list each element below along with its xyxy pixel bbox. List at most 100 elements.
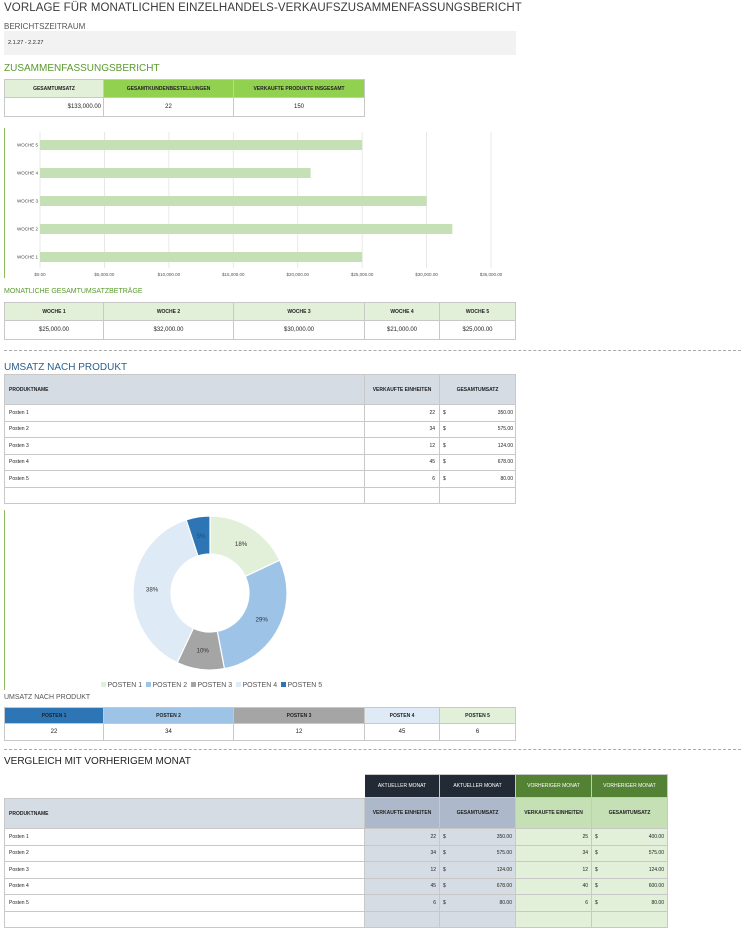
comparison-row-name[interactable]: Posten 1	[4, 829, 365, 846]
product-row-name[interactable]: Posten 3	[4, 438, 365, 455]
comparison-units-value: 22	[430, 833, 436, 840]
product-row-units[interactable]	[365, 487, 440, 504]
legend-label: POSTEN 4	[243, 682, 278, 689]
comparison-row-empty[interactable]	[4, 911, 365, 928]
donut-label: 29%	[255, 617, 268, 624]
comparison-cell-cu[interactable]: 12	[365, 862, 440, 879]
comparison-cell-ct[interactable]	[440, 911, 516, 928]
weekly-value[interactable]: $30,000.00	[234, 321, 365, 340]
comparison-cell-pu[interactable]	[516, 911, 592, 928]
weekly-header: WOCHE 3	[234, 302, 365, 321]
product-row-name[interactable]: Posten 2	[4, 421, 365, 438]
comparison-cell-pu[interactable]: 34	[516, 845, 592, 862]
comparison-cell-ct[interactable]: $678.00	[440, 878, 516, 895]
comparison-cell-pu[interactable]: 12	[516, 862, 592, 879]
currency-symbol: $	[443, 426, 446, 433]
currency-symbol: $	[443, 475, 446, 482]
comparison-cell-pu[interactable]: 6	[516, 895, 592, 912]
x-tick-label: $15,000.00	[222, 272, 245, 277]
summary-header-orders: GESAMTKUNDENBESTELLUNGEN	[104, 79, 234, 98]
weekly-value[interactable]: $25,000.00	[440, 321, 516, 340]
x-tick-label: $10,000.00	[158, 272, 181, 277]
weekly-bar-chart: WOCHE 1 WOCHE 2 WOCHE 3 WOCHE 4 WOCHE 5 $0.0…	[17, 132, 503, 277]
currency-symbol: $	[595, 850, 598, 857]
units-value[interactable]: 45	[365, 724, 440, 741]
weekly-value[interactable]: $21,000.00	[365, 321, 440, 340]
bar-week-4	[40, 168, 311, 178]
x-tick-label: $20,000.00	[286, 272, 309, 277]
comparison-cell-cu[interactable]: 6	[365, 895, 440, 912]
summary-products[interactable]: 150	[234, 98, 365, 117]
comparison-cell-cu[interactable]: 34	[365, 845, 440, 862]
comparison-cell-pt[interactable]: $600.00	[592, 878, 668, 895]
product-col-units: VERKAUFTE EINHEITEN	[365, 374, 440, 405]
comparison-cell-pu[interactable]: 40	[516, 878, 592, 895]
comparison-units-value: 12	[430, 866, 436, 873]
product-row-units[interactable]: 6	[365, 471, 440, 488]
comparison-cell-ct[interactable]: $350.00	[440, 829, 516, 846]
currency-symbol: $	[443, 883, 446, 890]
comparison-sub-header: GESAMTUMSATZ	[592, 798, 668, 829]
comparison-row-name[interactable]: Posten 2	[4, 845, 365, 862]
section-divider	[4, 749, 741, 750]
comparison-cell-pt[interactable]: $124.00	[592, 862, 668, 879]
comparison-cell-ct[interactable]: $575.00	[440, 845, 516, 862]
product-row-units[interactable]: 45	[365, 454, 440, 471]
weekly-value[interactable]: $25,000.00	[4, 321, 104, 340]
product-row-total[interactable]: $124.00	[440, 438, 516, 455]
product-row-empty[interactable]	[4, 487, 365, 504]
product-row-total[interactable]: $80.00	[440, 471, 516, 488]
currency-symbol: $	[443, 459, 446, 466]
comparison-cell-cu[interactable]: 22	[365, 829, 440, 846]
comparison-units-value: 34	[430, 850, 436, 857]
product-row-name[interactable]: Posten 5	[4, 471, 365, 488]
comparison-cell-cu[interactable]: 45	[365, 878, 440, 895]
comparison-row-name[interactable]: Posten 3	[4, 862, 365, 879]
product-heading: UMSATZ NACH PRODUKT	[4, 362, 128, 373]
product-row-units[interactable]: 12	[365, 438, 440, 455]
comparison-cell-pt[interactable]: $400.00	[592, 829, 668, 846]
units-value[interactable]: 6	[440, 724, 516, 741]
comparison-units-value: 6	[433, 899, 436, 906]
y-tick-label: WOCHE 3	[17, 199, 38, 204]
comparison-row-name[interactable]: Posten 4	[4, 878, 365, 895]
product-row-total[interactable]: $575.00	[440, 421, 516, 438]
period-value[interactable]: 2.1.27 - 2.2.27	[4, 31, 516, 55]
product-row-total[interactable]	[440, 487, 516, 504]
units-header: POSTEN 1	[4, 707, 104, 724]
product-row-total[interactable]: $350.00	[440, 405, 516, 422]
units-value[interactable]: 12	[234, 724, 365, 741]
product-row-total-value: 575.00	[497, 426, 513, 433]
product-row-total-value: 80.00	[500, 475, 513, 482]
comparison-cell-cu[interactable]	[365, 911, 440, 928]
legend-swatch	[236, 682, 241, 687]
comparison-cell-ct[interactable]: $80.00	[440, 895, 516, 912]
comparison-cell-pu[interactable]: 25	[516, 829, 592, 846]
units-value[interactable]: 22	[4, 724, 104, 741]
comparison-row-name[interactable]: Posten 5	[4, 895, 365, 912]
currency-symbol: $	[443, 442, 446, 449]
comparison-cell-pt[interactable]: $80.00	[592, 895, 668, 912]
units-value[interactable]: 34	[104, 724, 234, 741]
weekly-header: WOCHE 2	[104, 302, 234, 321]
comparison-cell-ct[interactable]: $124.00	[440, 862, 516, 879]
comparison-cell-pt[interactable]: $575.00	[592, 845, 668, 862]
bar-week-2	[40, 224, 453, 234]
comparison-money-value: 350.00	[496, 833, 512, 840]
comparison-cell-pt[interactable]	[592, 911, 668, 928]
currency-symbol: $	[595, 899, 598, 906]
weekly-value[interactable]: $32,000.00	[104, 321, 234, 340]
summary-orders[interactable]: 22	[104, 98, 234, 117]
product-row-total[interactable]: $678.00	[440, 454, 516, 471]
comparison-units-value: 34	[582, 850, 588, 857]
comparison-sub-header: VERKAUFTE EINHEITEN	[365, 798, 440, 829]
period-label: BERICHTSZEITRAUM	[4, 22, 86, 31]
summary-total-sales[interactable]: $133,000.00	[4, 98, 104, 117]
weekly-header: WOCHE 1	[4, 302, 104, 321]
currency-symbol: $	[443, 850, 446, 857]
product-row-name[interactable]: Posten 1	[4, 405, 365, 422]
legend-swatch	[191, 682, 196, 687]
product-row-name[interactable]: Posten 4	[4, 454, 365, 471]
product-row-units[interactable]: 34	[365, 421, 440, 438]
product-row-units[interactable]: 22	[365, 405, 440, 422]
